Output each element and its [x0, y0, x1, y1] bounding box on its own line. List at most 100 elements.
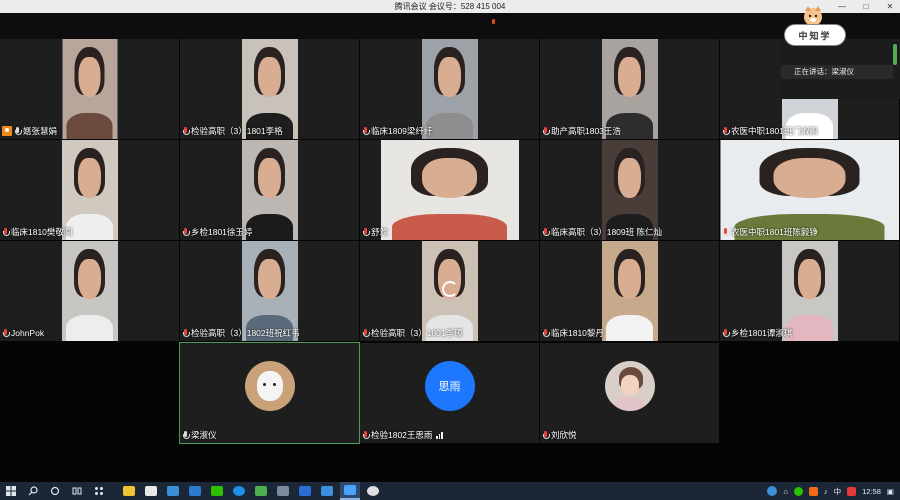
window-title: 腾讯会议 会议号：528 415 004	[394, 2, 506, 11]
participant-name: 临床1810樊敬闯	[11, 227, 73, 237]
speaker-logo: 中知学	[784, 24, 846, 46]
participant-tile[interactable]: 乡检1801徐玉婷	[180, 140, 359, 240]
speaking-label: 正在讲话：	[794, 67, 832, 76]
avatar-initials: 思雨	[424, 361, 475, 411]
participant-name: 检验高职（3）1801李硕	[371, 328, 463, 338]
volume-icon[interactable]: ♪	[824, 487, 828, 496]
participant-tile[interactable]: 临床1810樊敬闯	[0, 140, 179, 240]
task-view-icon[interactable]	[70, 485, 84, 497]
participant-tile[interactable]: 梁淑仪	[179, 342, 360, 444]
participant-name: 舒欢	[371, 227, 389, 237]
file-explorer-icon[interactable]	[122, 485, 136, 497]
participant-name-label: JohnPok	[2, 327, 44, 339]
participant-tile[interactable]: 助产高职1803王浩	[540, 39, 719, 139]
ime-indicator[interactable]: 中	[834, 486, 842, 497]
edge-icon[interactable]	[232, 485, 246, 497]
participant-tile[interactable]: JohnPok	[0, 241, 179, 341]
participant-name: 农医中职1801班陈毅铮	[731, 227, 818, 237]
participant-video	[421, 39, 478, 139]
photos-icon[interactable]	[276, 485, 290, 497]
participant-name-label: 农医中职1801班门淑鹏	[722, 125, 818, 137]
participant-tile[interactable]: 临床高职（3）1809班 陈仁灿	[540, 140, 719, 240]
mic-muted-icon	[722, 328, 730, 338]
participant-video	[61, 140, 118, 240]
mic-muted-icon	[542, 126, 550, 136]
participant-name: 临床1810黎丹	[551, 328, 604, 338]
participant-tile[interactable]: 临床1809梁纤纤	[360, 39, 539, 139]
participant-tile[interactable]: 农医中职1801班陈毅铮	[720, 140, 899, 240]
close-button[interactable]: ✕	[884, 0, 896, 13]
participant-tile[interactable]: 思雨检验1802王思雨	[360, 343, 539, 443]
input-method-icon[interactable]	[847, 486, 857, 496]
participant-name-label: 检验1802王思雨	[362, 429, 443, 441]
participant-name-label: 检验高职（3）1801李格	[182, 125, 283, 137]
participant-tile[interactable]: 检验高职（3）1801李硕	[360, 241, 539, 341]
participant-video	[241, 241, 298, 341]
panel-scrollbar[interactable]	[893, 44, 897, 65]
participant-video	[241, 140, 298, 240]
participant-name-label: 嫕张慧娟	[2, 125, 57, 137]
store-icon[interactable]	[144, 485, 158, 497]
title-bar: 腾讯会议 会议号：528 415 004 — □ ✕	[0, 0, 900, 13]
participant-video	[720, 140, 899, 240]
participant-name-label: 临床高职（3）1809班 陈仁灿	[542, 226, 662, 238]
help-icon[interactable]	[767, 486, 778, 496]
cloud-icon[interactable]	[366, 485, 380, 497]
participant-tile[interactable]: 检验高职（3）1802班祝红韦	[180, 241, 359, 341]
participant-name: 刘欣悦	[551, 430, 577, 440]
minimize-button[interactable]: —	[836, 0, 848, 13]
clock[interactable]: 12:58	[862, 487, 881, 496]
search-icon[interactable]	[26, 485, 40, 497]
participant-video	[62, 39, 117, 139]
wechat-icon[interactable]	[210, 485, 224, 497]
mic-muted-icon	[542, 328, 550, 338]
participant-tile[interactable]: 乡检1801谭淑琪	[720, 241, 899, 341]
mail-icon[interactable]	[188, 485, 202, 497]
speaking-name: 梁淑仪	[831, 67, 855, 76]
mic-muted-icon	[362, 430, 370, 440]
participant-name: 乡检1801徐玉婷	[191, 227, 253, 237]
participant-tile[interactable]: 舒欢	[360, 140, 539, 240]
participant-name-label: 助产高职1803王浩	[542, 125, 621, 137]
participant-tile[interactable]: 临床1810黎丹	[540, 241, 719, 341]
video-grid: 嫕张慧娟 检验高职（3）1801李格 临床1809梁纤纤 助产高职1803王浩 农医中职…	[0, 39, 900, 482]
recording-indicator-icon	[492, 19, 495, 24]
mic-muted-icon	[362, 227, 370, 237]
mic-icon	[182, 430, 190, 440]
participant-name: 临床高职（3）1809班 陈仁灿	[551, 227, 662, 237]
app-icon[interactable]	[320, 485, 334, 497]
network-icon[interactable]: ⌂	[783, 487, 788, 496]
participant-video	[241, 39, 298, 139]
participant-video	[601, 241, 658, 341]
media-icon[interactable]	[254, 485, 268, 497]
participant-name-label: 梁淑仪	[182, 429, 217, 441]
sogou-icon[interactable]	[808, 486, 818, 496]
participant-name-label: 刘欣悦	[542, 429, 577, 441]
notification-icon[interactable]: ▣	[887, 487, 894, 496]
participant-name-label: 临床1810樊敬闯	[2, 226, 72, 238]
security-icon[interactable]	[793, 486, 803, 496]
meeting-icon[interactable]	[298, 485, 312, 497]
participant-name: 助产高职1803王浩	[551, 126, 621, 136]
participant-name-label: 农医中职1801班陈毅铮	[722, 226, 818, 238]
participant-name-label: 乡检1801谭淑琪	[722, 327, 792, 339]
participant-name: 检验高职（3）1801李格	[191, 126, 283, 136]
mic-muted-icon	[182, 126, 190, 136]
apps-grid-icon[interactable]	[92, 485, 106, 497]
participant-tile[interactable]: 检验高职（3）1801李格	[180, 39, 359, 139]
participant-video	[781, 241, 838, 341]
participant-tile[interactable]: 嫕张慧娟	[0, 39, 179, 139]
meeting-top-strip	[0, 13, 900, 39]
maximize-button[interactable]: □	[860, 0, 872, 13]
settings-icon[interactable]	[166, 485, 180, 497]
cortana-icon[interactable]	[48, 485, 62, 497]
host-badge-icon	[2, 126, 12, 136]
tencent-meeting-taskbar-icon[interactable]	[340, 482, 360, 500]
avatar-photo	[604, 361, 655, 411]
mic-muted-icon	[2, 227, 10, 237]
start-button-icon[interactable]	[4, 485, 18, 497]
mic-icon	[14, 126, 22, 136]
mic-muted-icon	[182, 328, 190, 338]
system-tray: ⌂ ♪ 中 12:58 ▣	[767, 482, 900, 500]
participant-tile[interactable]: 刘欣悦	[540, 343, 719, 443]
